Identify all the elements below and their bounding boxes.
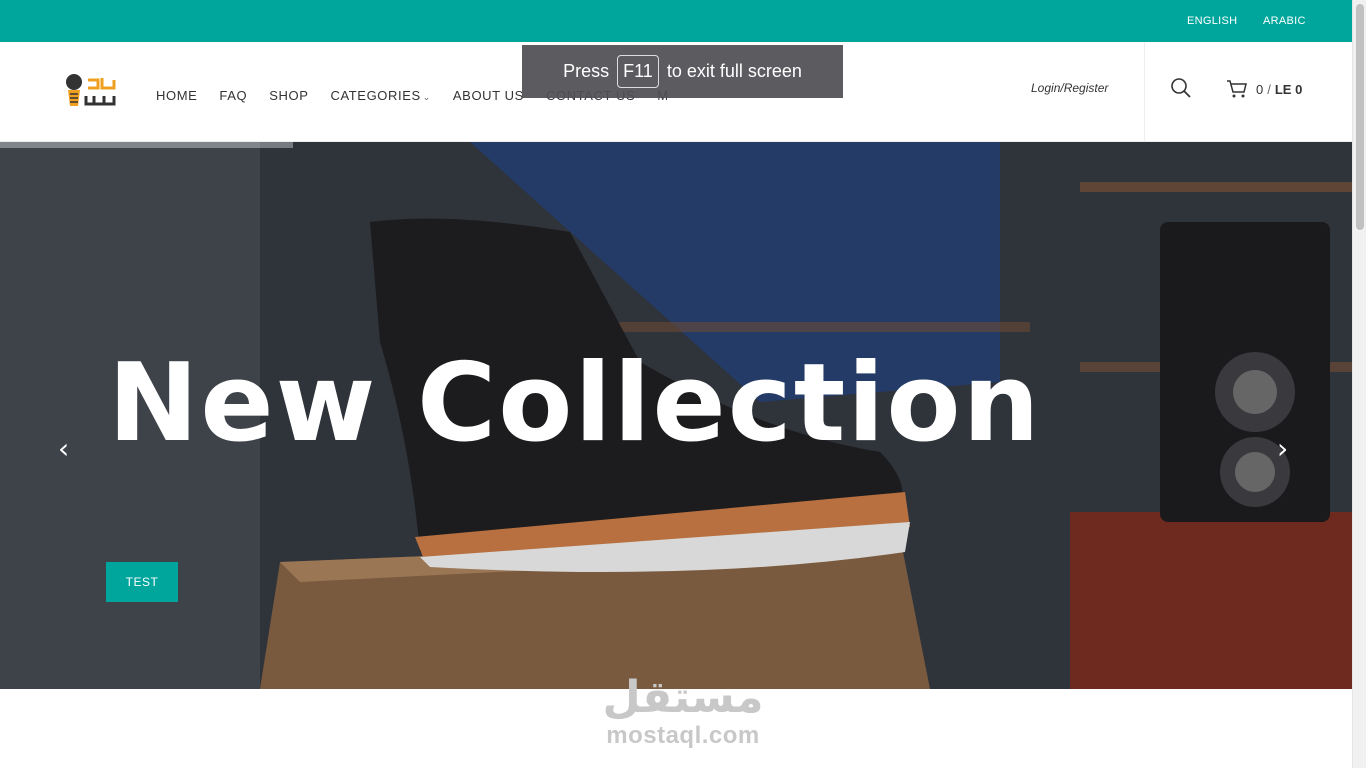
nav-home[interactable]: HOME (156, 88, 197, 103)
watermark-latin-text: mostaql.com (606, 722, 760, 749)
cart-count: 0 (1256, 81, 1264, 97)
cart-button[interactable]: 0 / LE 0 (1226, 79, 1302, 99)
search-icon[interactable] (1170, 77, 1192, 99)
cart-total: LE 0 (1274, 81, 1303, 97)
language-english-link[interactable]: ENGLISH (1187, 15, 1237, 27)
page-scrollbar[interactable] (1352, 0, 1366, 768)
logo-icon[interactable] (62, 70, 118, 112)
fullscreen-notice-key: F11 (617, 55, 659, 88)
nav-categories[interactable]: CATEGORIES ⌄ (330, 88, 430, 103)
cart-separator: / (1267, 81, 1271, 97)
nav-categories-label: CATEGORIES (330, 88, 421, 103)
top-bar: ENGLISH ARABIC (0, 0, 1352, 42)
hero-test-button[interactable]: TEST (106, 562, 178, 602)
fullscreen-notice-suffix: to exit full screen (666, 61, 802, 81)
header-divider (1144, 42, 1145, 142)
nav-faq[interactable]: FAQ (219, 88, 247, 103)
language-arabic-link[interactable]: ARABIC (1263, 15, 1306, 27)
fullscreen-exit-notice: Press F11 to exit full screen (522, 45, 843, 98)
scrollbar-thumb[interactable] (1356, 4, 1364, 230)
hero-slider: New Collection TEST ‹ › (0, 142, 1352, 689)
cart-icon (1227, 80, 1247, 98)
watermark-arabic-text: مستقل (602, 672, 764, 723)
slider-next-arrow-icon[interactable]: › (1277, 432, 1288, 465)
fullscreen-notice-prefix: Press (563, 61, 610, 81)
mostaql-watermark: مستقل mostaql.com (598, 676, 768, 750)
slider-progress-bar (0, 142, 293, 148)
hero-title: New Collection (108, 341, 1042, 466)
slider-prev-arrow-icon[interactable]: ‹ (58, 432, 69, 465)
login-register-link[interactable]: Login/Register (1031, 81, 1108, 95)
nav-shop[interactable]: SHOP (269, 88, 308, 103)
nav-about-us[interactable]: ABOUT US (453, 88, 524, 103)
chevron-down-icon: ⌄ (422, 92, 431, 102)
